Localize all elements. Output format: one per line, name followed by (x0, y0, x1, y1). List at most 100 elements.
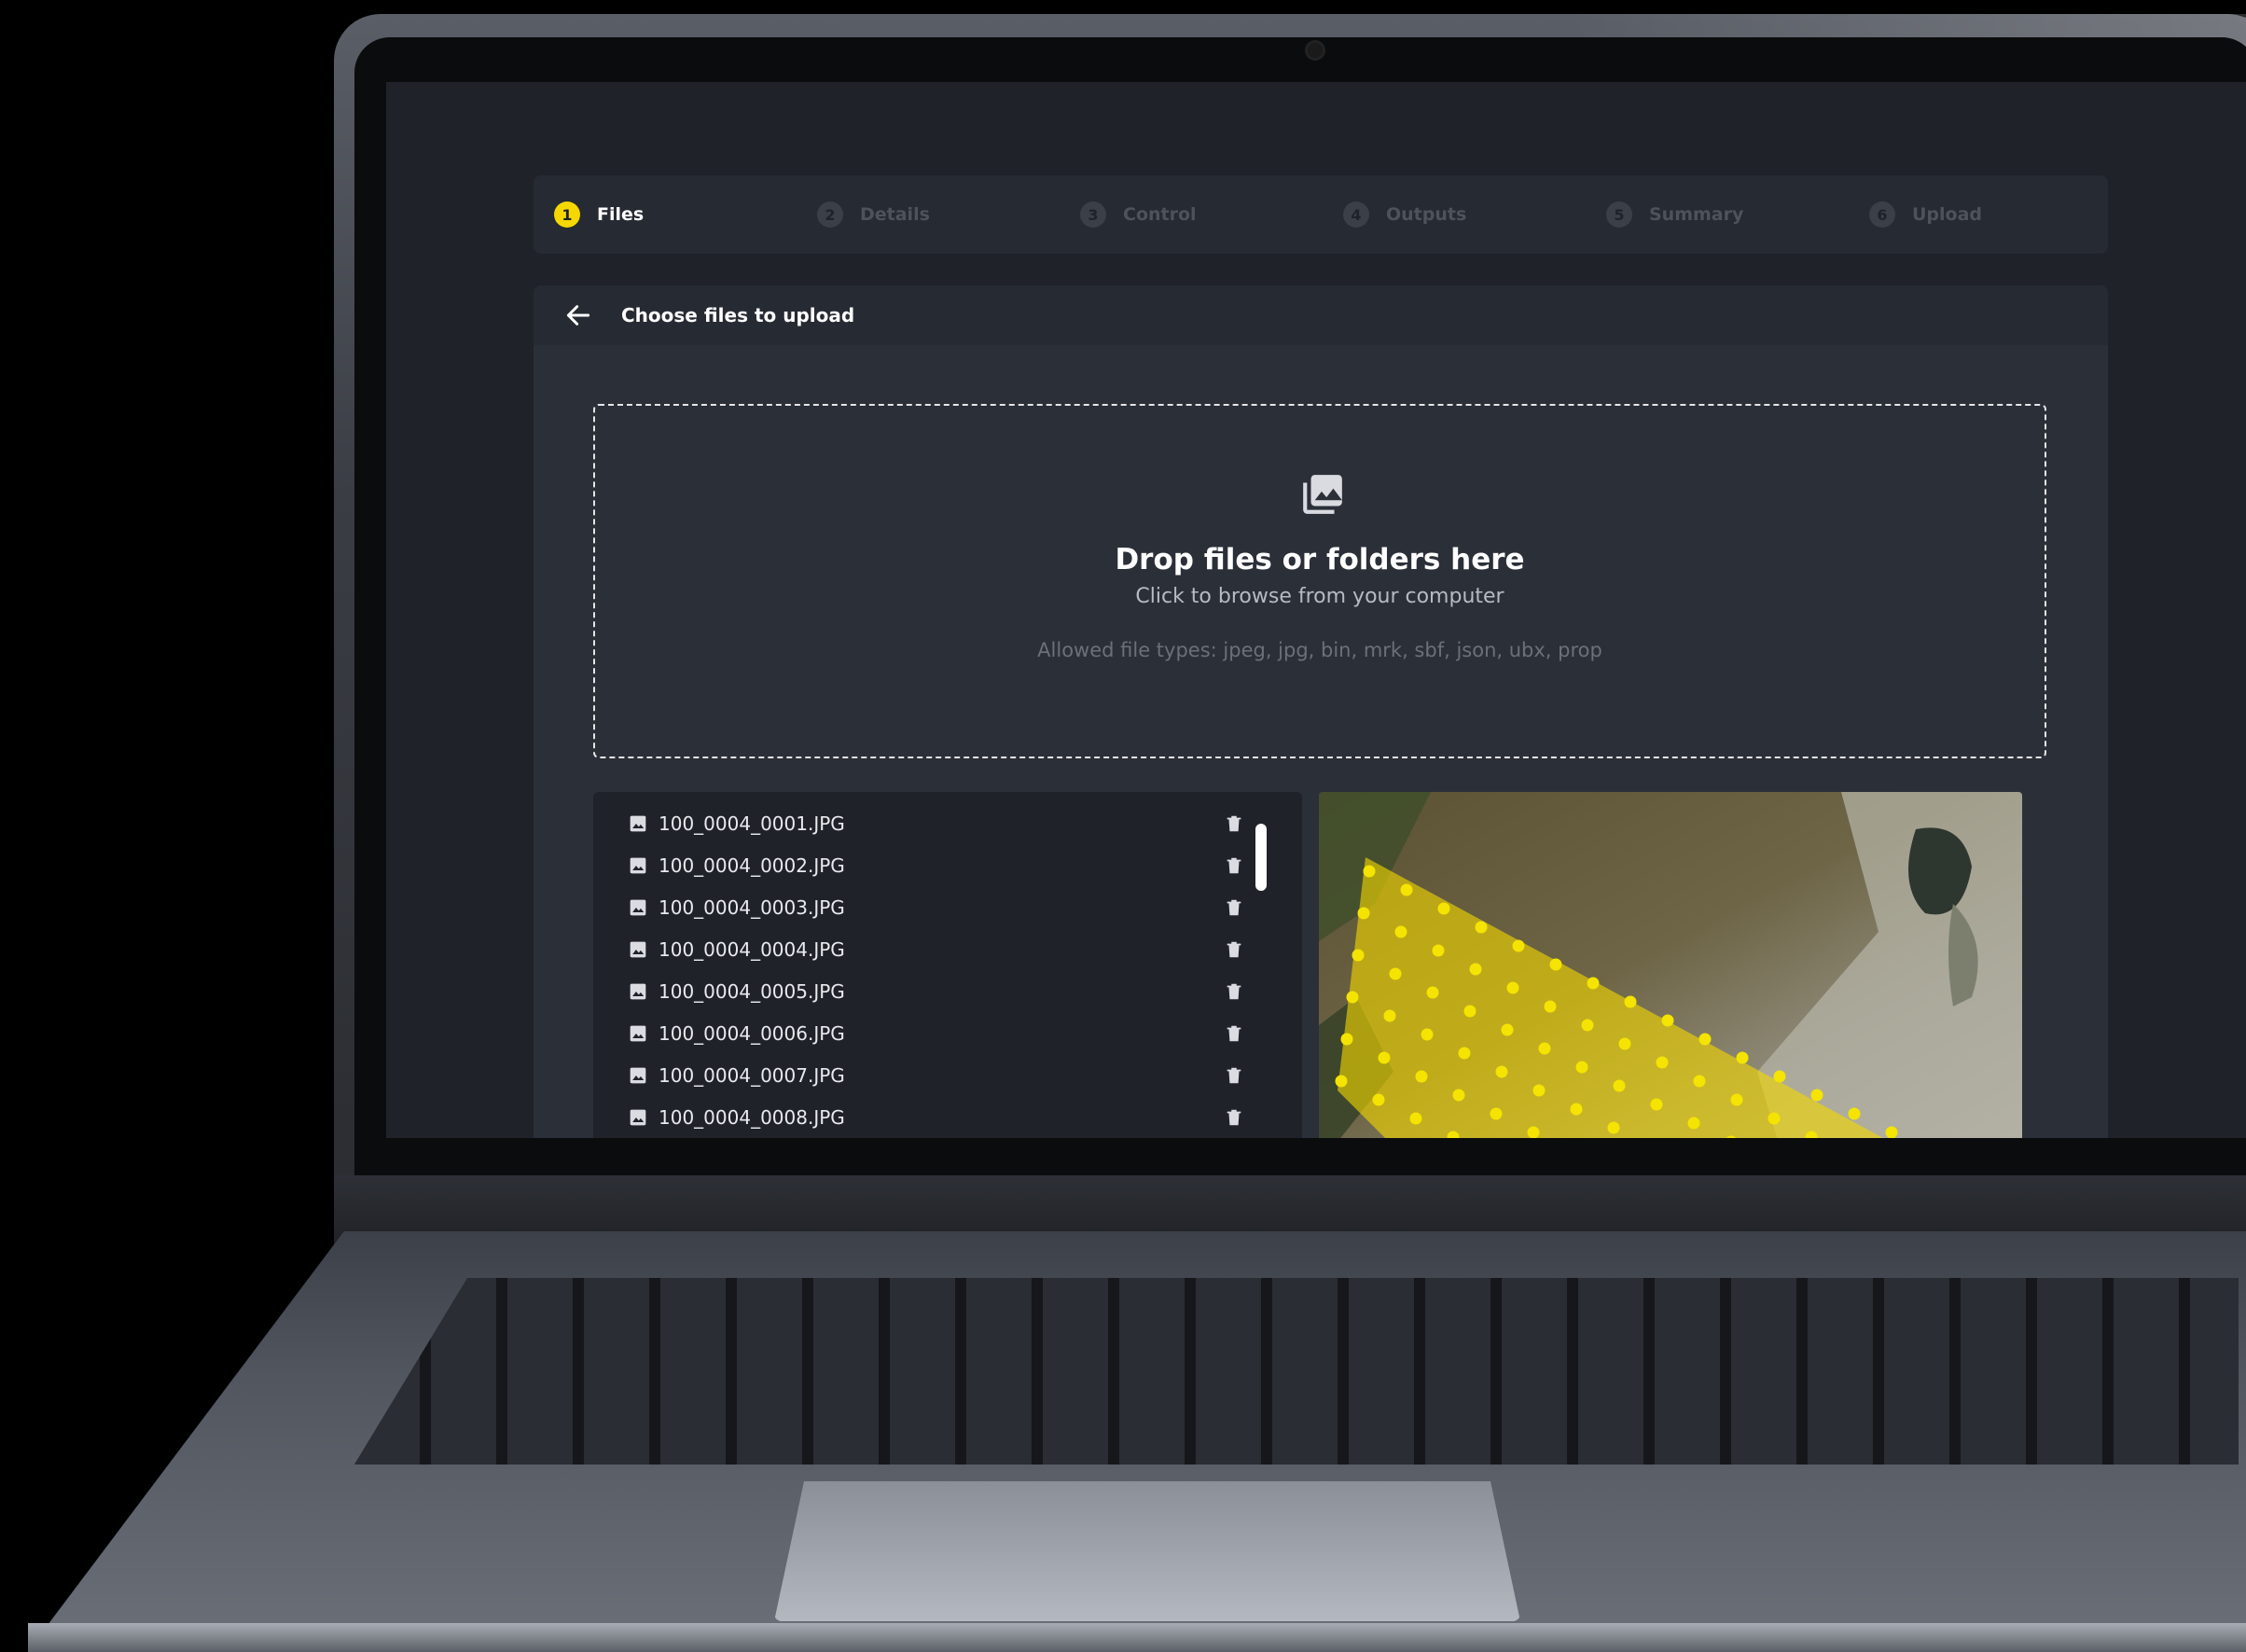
step-number: 2 (817, 201, 843, 228)
keyboard (354, 1278, 2239, 1465)
file-name: 100_0004_0008.JPG (659, 1106, 845, 1129)
waypoint-dot (1624, 995, 1637, 1008)
step-upload[interactable]: 6 Upload (1869, 201, 1982, 228)
waypoint-dot (1570, 1103, 1583, 1116)
waypoint-dot (1335, 1075, 1348, 1088)
waypoint-dot (1357, 907, 1370, 920)
waypoint-dot (1506, 981, 1519, 994)
image-file-icon (630, 1067, 646, 1084)
waypoint-dot (1736, 1051, 1749, 1064)
waypoint-dot (1352, 949, 1365, 962)
laptop-front-edge (28, 1623, 2246, 1652)
waypoint-dot (1618, 1037, 1631, 1050)
list-item: 100_0004_0003.JPG (629, 889, 1244, 926)
waypoint-dot (1607, 1121, 1620, 1134)
trash-icon[interactable] (1224, 938, 1244, 961)
waypoint-dot (1426, 986, 1439, 999)
scrollbar-thumb[interactable] (1255, 824, 1267, 891)
image-file-icon (630, 1109, 646, 1126)
waypoint-dot (1409, 1112, 1422, 1125)
file-dropzone[interactable]: Drop files or folders here Click to brow… (593, 404, 2046, 758)
waypoint-dot (1613, 1079, 1626, 1092)
trash-icon[interactable] (1224, 1022, 1244, 1045)
step-outputs[interactable]: 4 Outputs (1343, 201, 1466, 228)
file-name: 100_0004_0005.JPG (659, 980, 845, 1003)
trash-icon[interactable] (1224, 980, 1244, 1003)
image-file-icon (630, 815, 646, 832)
waypoint-dot (1372, 1093, 1385, 1106)
waypoint-dot (1469, 963, 1482, 976)
image-file-icon (630, 899, 646, 916)
waypoint-dot (1661, 1014, 1674, 1027)
list-item: 100_0004_0007.JPG (629, 1057, 1244, 1094)
waypoint-dot (1650, 1098, 1663, 1111)
step-details[interactable]: 2 Details (817, 201, 930, 228)
upload-stepper: 1 Files 2 Details 3 Control 4 Outputs 5 … (534, 175, 2108, 254)
satellite-map-image (1319, 792, 2022, 1138)
step-control[interactable]: 3 Control (1080, 201, 1197, 228)
card-header: Choose files to upload (534, 285, 2108, 345)
step-number: 6 (1869, 201, 1895, 228)
step-number: 1 (554, 201, 580, 228)
waypoint-dot (1768, 1112, 1781, 1125)
step-number: 5 (1606, 201, 1632, 228)
step-label: Upload (1912, 204, 1983, 225)
trash-icon[interactable] (1224, 1106, 1244, 1129)
arrow-left-icon[interactable] (563, 300, 593, 330)
waypoint-dot (1544, 1000, 1557, 1013)
upload-card: Choose files to upload Drop files or fol… (534, 285, 2108, 1138)
waypoint-dot (1501, 1023, 1514, 1036)
trash-icon[interactable] (1224, 1064, 1244, 1087)
waypoint-dot (1549, 958, 1562, 971)
waypoint-dot (1848, 1107, 1861, 1120)
step-number: 4 (1343, 201, 1369, 228)
page-title: Choose files to upload (621, 304, 855, 326)
image-file-icon (630, 983, 646, 1000)
trash-icon[interactable] (1224, 854, 1244, 877)
waypoint-dot (1512, 939, 1525, 952)
waypoint-dot (1346, 991, 1359, 1004)
waypoint-dot (1495, 1065, 1508, 1078)
list-item: 100_0004_0002.JPG (629, 847, 1244, 884)
waypoint-dot (1437, 902, 1450, 915)
file-list: 100_0004_0001.JPG 100_0004_0002.JPG 100_00… (593, 792, 1302, 1138)
step-files[interactable]: 1 Files (554, 201, 644, 228)
trackpad (774, 1481, 1520, 1621)
allowed-file-types: Allowed file types: jpeg, jpg, bin, mrk,… (1037, 639, 1602, 661)
list-item: 100_0004_0006.JPG (629, 1015, 1244, 1052)
file-name: 100_0004_0001.JPG (659, 812, 845, 835)
waypoint-dot (1432, 944, 1445, 957)
waypoint-dot (1452, 1089, 1465, 1102)
list-item: 100_0004_0005.JPG (629, 973, 1244, 1010)
waypoint-dot (1810, 1089, 1823, 1102)
dropzone-title: Drop files or folders here (1115, 543, 1525, 576)
app-screen: 1 Files 2 Details 3 Control 4 Outputs 5 … (386, 82, 2246, 1138)
waypoint-dot (1730, 1093, 1743, 1106)
waypoint-dot (1575, 1061, 1588, 1074)
waypoint-dot (1698, 1033, 1712, 1046)
waypoint-dot (1463, 1005, 1477, 1018)
step-label: Outputs (1386, 204, 1467, 225)
webcam (1308, 43, 1323, 58)
list-item: 100_0004_0008.JPG (629, 1099, 1244, 1136)
waypoint-dot (1693, 1075, 1706, 1088)
waypoint-dot (1378, 1051, 1391, 1064)
step-summary[interactable]: 5 Summary (1606, 201, 1743, 228)
waypoint-dot (1773, 1070, 1786, 1083)
file-name: 100_0004_0006.JPG (659, 1022, 845, 1045)
list-item: 100_0004_0004.JPG (629, 931, 1244, 968)
waypoint-dot (1687, 1117, 1700, 1130)
trash-icon[interactable] (1224, 812, 1244, 835)
step-label: Control (1123, 204, 1197, 225)
waypoint-dot (1656, 1056, 1669, 1069)
trash-icon[interactable] (1224, 896, 1244, 919)
waypoint-dot (1885, 1126, 1898, 1138)
waypoint-dot (1458, 1047, 1471, 1060)
waypoint-dot (1383, 1009, 1396, 1022)
waypoint-dot (1340, 1033, 1353, 1046)
waypoint-dot (1363, 865, 1376, 878)
waypoint-dot (1475, 921, 1488, 934)
file-name: 100_0004_0007.JPG (659, 1064, 845, 1087)
waypoint-dot (1532, 1084, 1546, 1097)
step-label: Details (860, 204, 930, 225)
